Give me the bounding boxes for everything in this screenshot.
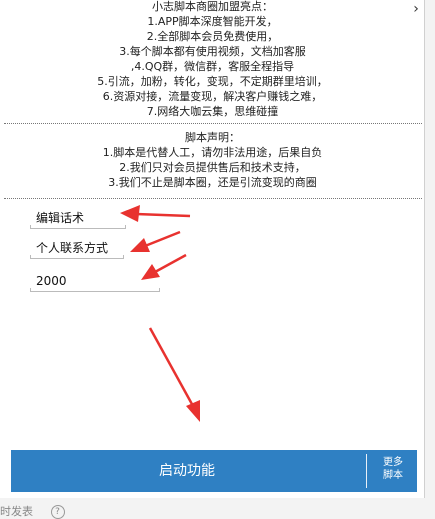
start-function-button[interactable]: 启动功能 — [11, 450, 363, 492]
highlight-item: 5.引流，加粉，转化，变现，不定期群里培训， — [97, 75, 328, 88]
highlight-item: 1.APP脚本深度智能开发， — [147, 15, 278, 28]
more-scripts-button[interactable]: 更多 脚本 — [371, 456, 415, 486]
highlight-item: 2.全部脚本会员免费使用， — [146, 30, 279, 43]
input-underline — [30, 288, 160, 292]
statement-section: 脚本声明： 1.脚本是代替人工，请勿非法用途，后果自负 2.我们只对会员提供售后… — [0, 130, 425, 190]
arrow-to-script-input — [120, 205, 191, 222]
app-root: › 小志脚本商圈加盟亮点： 1.APP脚本深度智能开发， 2.全部脚本会员免费使… — [0, 0, 435, 519]
action-bar: 启动功能 更多 脚本 — [11, 450, 417, 492]
highlight-item: 3.每个脚本都有使用视频，文档加客服 — [119, 45, 306, 58]
contact-input[interactable]: 个人联系方式 — [30, 239, 124, 259]
action-bar-separator — [366, 454, 367, 488]
script-text-input[interactable]: 编辑话术 — [30, 209, 126, 229]
statement-title: 脚本声明： — [185, 131, 240, 144]
footer-bar: 时发表 ? — [0, 505, 65, 519]
arrow-to-start-button — [148, 327, 200, 422]
more-scripts-label-line2: 脚本 — [383, 470, 403, 481]
number-value: 2000 — [36, 274, 67, 288]
highlight-item: 6.资源对接，流量变现，解决客户赚钱之难， — [102, 90, 323, 103]
help-icon[interactable]: ? — [50, 505, 65, 519]
input-underline — [30, 255, 124, 259]
statement-item: 1.脚本是代替人工，请勿非法用途，后果自负 — [102, 146, 323, 159]
section-divider — [4, 198, 422, 199]
script-text-value: 编辑话术 — [36, 211, 85, 225]
statement-item: 3.我们不止是脚本圈，还是引流变现的商圈 — [108, 176, 317, 189]
highlight-item: ,4.QQ群，微信群，客服全程指导 — [130, 60, 295, 73]
statement-item: 2.我们只对会员提供售后和技术支持， — [119, 161, 306, 174]
highlight-item: 7.网络大咖云集，思维碰撞 — [146, 105, 279, 118]
input-underline — [30, 225, 126, 229]
script-dialog: › 小志脚本商圈加盟亮点： 1.APP脚本深度智能开发， 2.全部脚本会员免费使… — [0, 0, 425, 498]
more-scripts-label-line1: 更多 — [383, 457, 403, 468]
highlights-title: 小志脚本商圈加盟亮点： — [152, 0, 273, 13]
highlights-section: 小志脚本商圈加盟亮点： 1.APP脚本深度智能开发， 2.全部脚本会员免费使用，… — [0, 0, 425, 119]
contact-value: 个人联系方式 — [36, 241, 109, 255]
number-input[interactable]: 2000 — [30, 272, 160, 292]
section-divider — [4, 123, 422, 124]
arrow-to-contact-input — [130, 230, 181, 252]
footer-text: 时发表 — [0, 505, 33, 518]
